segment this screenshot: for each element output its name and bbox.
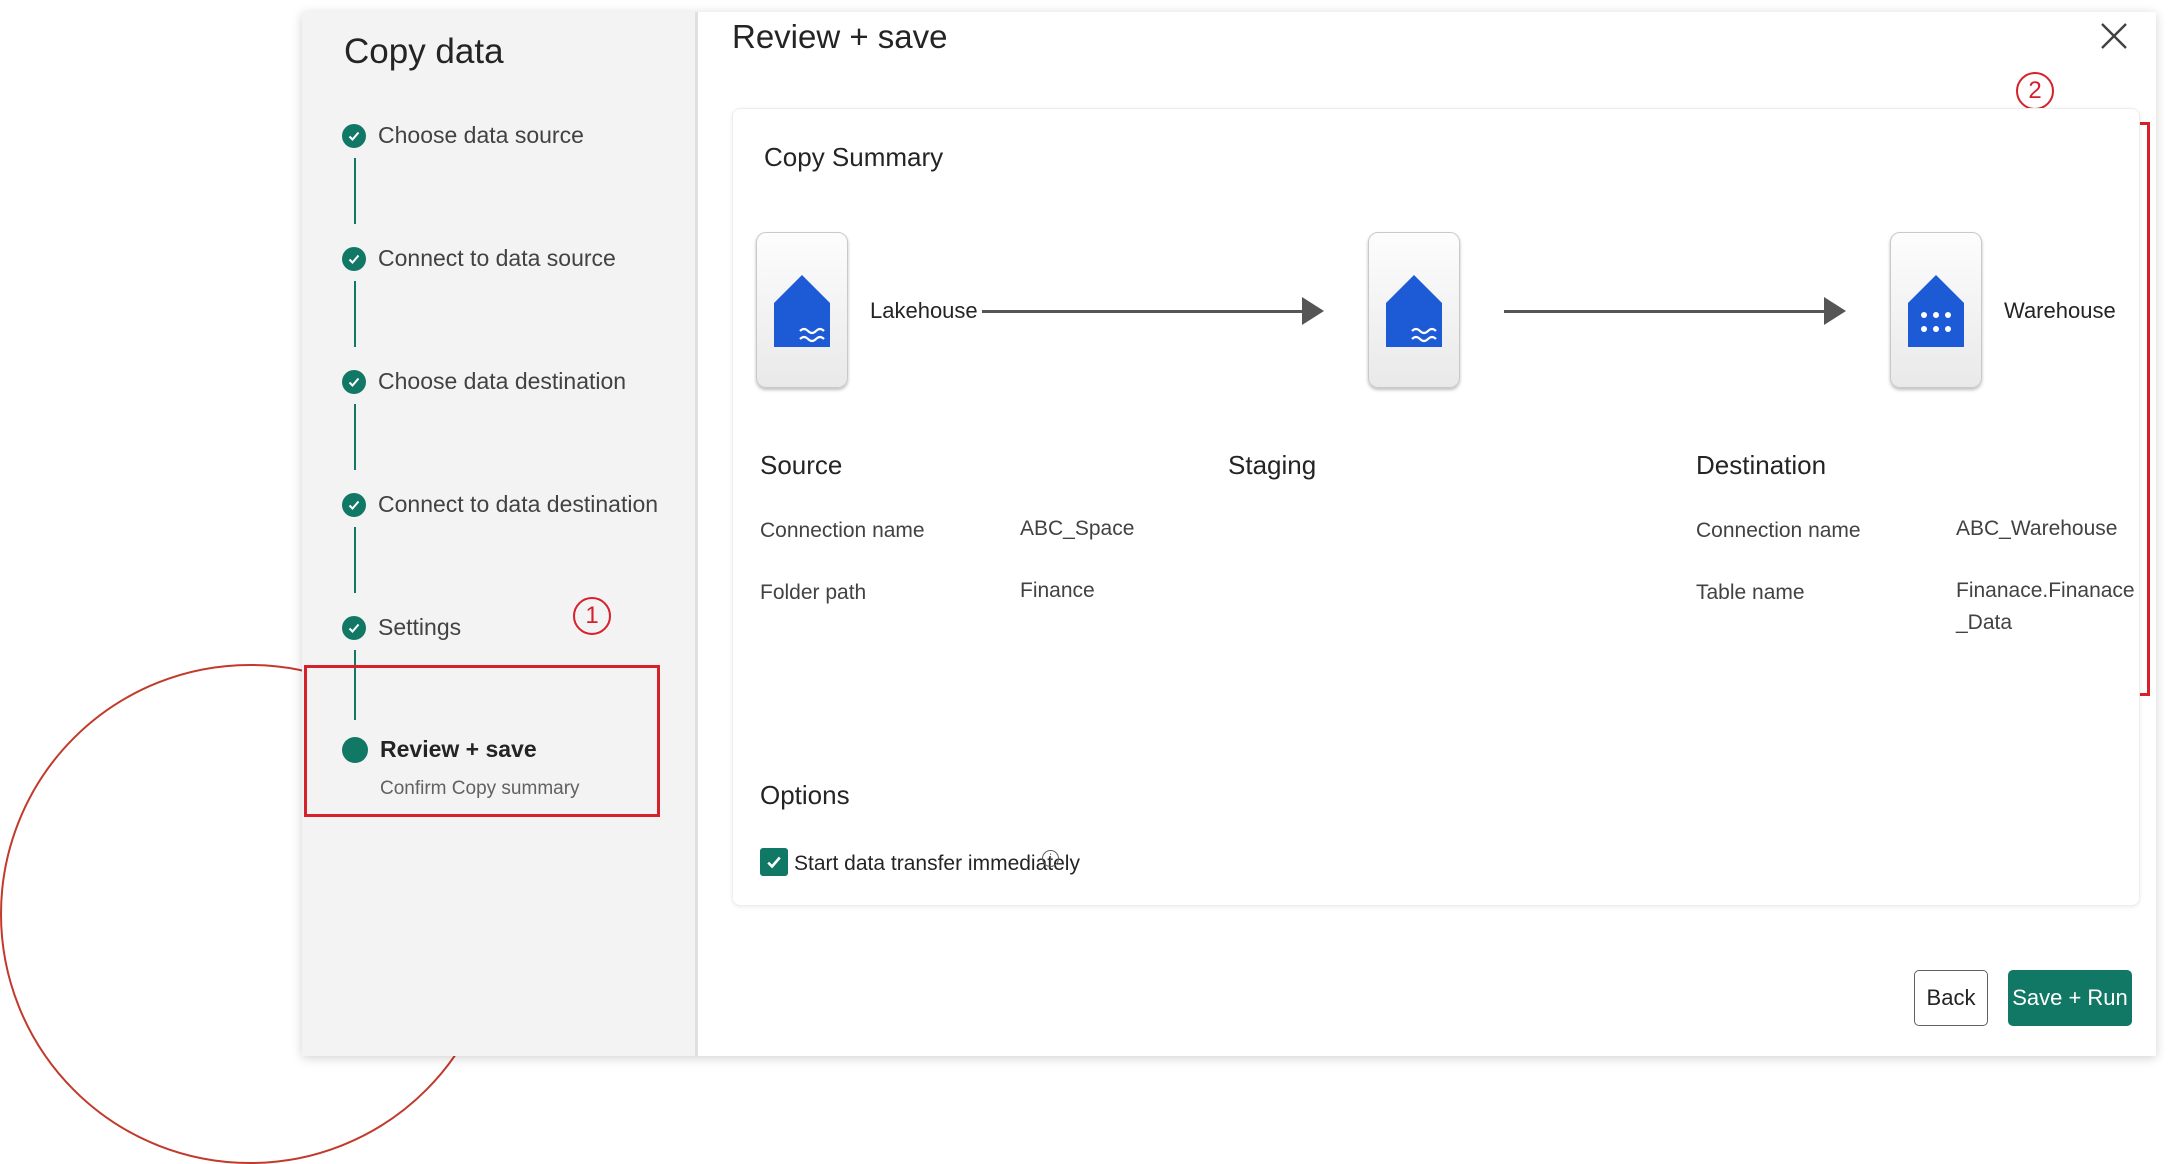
check-icon	[342, 615, 366, 640]
step-label: Choose data destination	[378, 368, 627, 394]
review-panel	[732, 108, 2140, 906]
step-connector	[354, 158, 356, 224]
destination-table-name-value: Finanace.Finanace_Data	[1956, 579, 2135, 634]
destination-node	[1890, 232, 1982, 388]
flow-arrowhead	[1302, 297, 1324, 325]
copy-summary-title: Copy Summary	[764, 142, 944, 172]
options-title: Options	[760, 780, 850, 810]
step-connector	[354, 404, 356, 470]
source-connection-name-value: ABC_Space	[1020, 517, 1135, 540]
lakehouse-icon	[774, 275, 830, 347]
step-label: Choose data source	[378, 122, 584, 148]
check-icon	[342, 369, 366, 394]
destination-connection-name-key: Connection name	[1696, 519, 1861, 542]
lakehouse-icon	[1386, 275, 1442, 347]
flow-arrowhead	[1824, 297, 1846, 325]
warehouse-icon	[1908, 275, 1964, 347]
step-choose-data-destination[interactable]: Choose data destination	[342, 368, 626, 395]
step-label: Connect to data source	[378, 245, 616, 271]
flow-arrow	[1504, 310, 1834, 313]
source-heading: Source	[760, 450, 843, 480]
staging-node	[1368, 232, 1460, 388]
step-label: Connect to data destination	[378, 491, 659, 517]
close-icon[interactable]	[2098, 20, 2130, 52]
flow-arrow	[982, 310, 1312, 313]
source-connection-name-key: Connection name	[760, 519, 925, 542]
source-node-label: Lakehouse	[870, 298, 978, 323]
destination-connection-name-value: ABC_Warehouse	[1956, 517, 2118, 540]
check-icon	[342, 246, 366, 271]
annotation-badge-1: 1	[573, 597, 611, 635]
step-connector	[354, 527, 356, 593]
info-icon[interactable]: i	[1042, 850, 1059, 867]
highlight-review-step	[304, 665, 660, 817]
destination-heading: Destination	[1696, 450, 1827, 480]
wizard-sidebar: Copy data Choose data source Connect to …	[302, 12, 698, 1056]
check-icon	[767, 856, 781, 869]
source-folder-path-value: Finance	[1020, 579, 1095, 602]
start-transfer-checkbox[interactable]	[760, 848, 788, 876]
back-button[interactable]: Back	[1914, 970, 1988, 1026]
annotation-badge-2: 2	[2016, 72, 2054, 110]
page-title: Review + save	[732, 18, 948, 55]
destination-node-label: Warehouse	[2004, 298, 2116, 323]
staging-heading: Staging	[1228, 450, 1317, 480]
save-run-button[interactable]: Save + Run	[2008, 970, 2132, 1026]
step-choose-data-source[interactable]: Choose data source	[342, 122, 584, 149]
destination-table-name-key: Table name	[1696, 581, 1805, 604]
step-settings[interactable]: Settings	[342, 614, 461, 641]
start-transfer-label[interactable]: Start data transfer immediately	[794, 852, 1080, 876]
step-label: Settings	[378, 614, 462, 640]
source-folder-path-key: Folder path	[760, 581, 867, 604]
check-icon	[342, 123, 366, 148]
check-icon	[342, 492, 366, 517]
step-connect-data-destination[interactable]: Connect to data destination	[342, 491, 658, 518]
source-node	[756, 232, 848, 388]
step-connect-data-source[interactable]: Connect to data source	[342, 245, 616, 272]
sidebar-title: Copy data	[344, 32, 504, 71]
step-connector	[354, 281, 356, 347]
